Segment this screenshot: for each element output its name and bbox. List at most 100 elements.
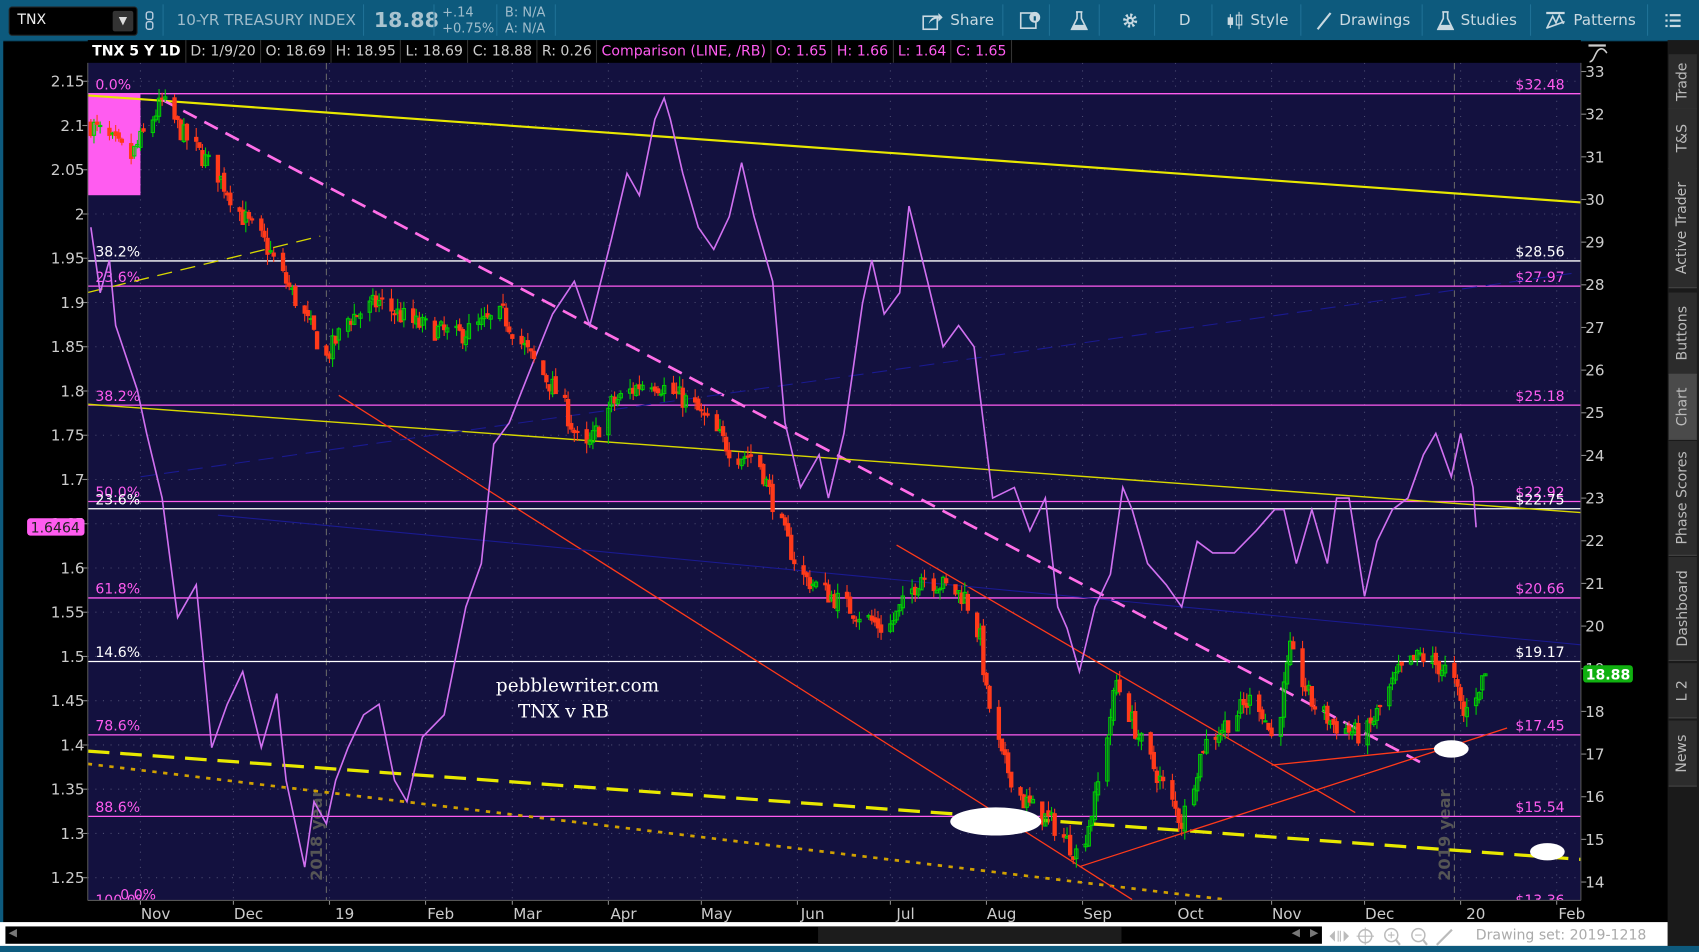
right-sidebar: Trade T&S Active Trader Buttons Chart Phase S…: [1667, 40, 1699, 952]
right-axis-label: 28: [1585, 276, 1604, 294]
x-axis-label: 20: [1466, 905, 1485, 922]
candle-down: [714, 414, 720, 432]
crosshair-icon[interactable]: [1356, 927, 1374, 945]
scrollbar-thumb[interactable]: [818, 926, 1122, 944]
x-axis-label: Nov: [1272, 905, 1302, 922]
candle-down: [999, 738, 1005, 752]
sidebar-tab-news[interactable]: News: [1668, 720, 1697, 787]
candle-down: [380, 297, 385, 300]
candle-down: [1300, 648, 1305, 688]
sidebar-tab-phase-scores[interactable]: Phase Scores: [1668, 441, 1697, 556]
fib-price-label: $19.17: [1515, 645, 1564, 661]
candle-down: [984, 672, 989, 686]
candle-down: [789, 534, 794, 560]
candle-down: [544, 374, 549, 383]
x-axis-label: Oct: [1178, 905, 1204, 922]
candle-down: [696, 398, 701, 411]
x-axis-label: Jul: [895, 905, 914, 922]
candle-down: [1309, 686, 1315, 707]
expand-icon[interactable]: [1329, 930, 1350, 942]
fib-price-label: $20.66: [1515, 582, 1564, 598]
fib-price-label: $15.54: [1515, 800, 1564, 816]
right-axis-label: 25: [1585, 404, 1604, 422]
candle-down: [262, 230, 267, 238]
candle-down: [246, 212, 252, 219]
x-axis-label: Nov: [141, 905, 171, 922]
sidebar-tab-l-2[interactable]: L 2: [1668, 663, 1697, 719]
right-axis-label: 16: [1585, 788, 1604, 806]
right-axis-label: 20: [1585, 618, 1604, 636]
candle-down: [507, 326, 512, 333]
sidebar-tab-buttons[interactable]: Buttons: [1668, 292, 1697, 375]
candle-down: [655, 388, 661, 394]
annotation-subtitle: TNX v RB: [518, 701, 609, 722]
candle-up: [1263, 720, 1268, 723]
candle-down: [931, 578, 936, 592]
candle-down: [221, 172, 227, 192]
fib-percent-label: 61.8%: [95, 582, 140, 598]
scroll-left-icon[interactable]: ◀: [1292, 928, 1300, 940]
x-axis-label: Feb: [427, 905, 454, 922]
candle-down: [562, 394, 568, 398]
sidebar-tab-label: T&S: [1674, 123, 1691, 153]
fib-percent-label: 38.2%: [95, 245, 140, 261]
zoom-out-icon[interactable]: [1411, 927, 1428, 946]
right-axis-label: 14: [1585, 873, 1604, 891]
x-axis-label: Sep: [1083, 905, 1112, 922]
draw-line-icon[interactable]: [1436, 928, 1453, 946]
candle-down: [1151, 751, 1156, 770]
candle-down: [878, 624, 884, 633]
candle-down: [779, 513, 785, 519]
x-axis-label: Feb: [1558, 905, 1585, 922]
candle-down: [1399, 661, 1404, 666]
candle-down: [194, 136, 199, 142]
candle-down: [119, 138, 125, 143]
x-axis-label: Dec: [234, 905, 263, 922]
sidebar-tab-dashboard[interactable]: Dashboard: [1668, 556, 1697, 661]
candle-down: [1117, 679, 1122, 693]
candle-down: [94, 121, 100, 125]
right-axis-label: 30: [1585, 191, 1604, 209]
scroll-right-icon[interactable]: ▶: [1310, 928, 1318, 940]
candle-down: [1226, 720, 1231, 733]
sidebar-tab-t-s[interactable]: T&S: [1668, 108, 1697, 170]
sidebar-tab-trade[interactable]: Trade: [1668, 54, 1697, 110]
year-marker-label: 2019 year: [1435, 789, 1454, 880]
candle-down: [1173, 800, 1178, 809]
candle-down: [1452, 662, 1457, 678]
price-chart[interactable]: 2018 year 2019 year0.0% $32.4838.2% $28.562…: [0, 0, 1668, 922]
candle-down: [503, 307, 509, 327]
x-axis-label: Dec: [1365, 905, 1394, 922]
sidebar-tab-active-trader[interactable]: Active Trader: [1668, 167, 1697, 289]
candle-down: [525, 340, 530, 348]
right-axis-label: 26: [1585, 362, 1604, 380]
left-axis-label: 1.9: [60, 294, 84, 312]
sidebar-tab-chart[interactable]: Chart: [1668, 373, 1697, 440]
sidebar-tab-label: News: [1674, 734, 1691, 773]
right-axis-label: 31: [1585, 148, 1604, 166]
candle-down: [1018, 787, 1023, 796]
left-axis-label: 1.35: [51, 781, 85, 799]
candle-down: [249, 218, 255, 221]
right-axis-label: 15: [1585, 831, 1604, 849]
candle-down: [965, 593, 971, 611]
candle-down: [723, 436, 729, 452]
left-axis-label: 2.1: [60, 117, 84, 135]
sidebar-tab-label: Chart: [1674, 386, 1691, 426]
candle-down: [1356, 722, 1361, 744]
candle-down: [847, 596, 853, 614]
x-axis-label: Jun: [800, 905, 825, 922]
fib-percent-label: 78.6%: [95, 719, 140, 735]
fib-percent-label: 38.2%: [95, 389, 140, 405]
drawing-set-label[interactable]: Drawing set: 2019-1218: [1476, 928, 1647, 944]
horizontal-scrollbar[interactable]: [5, 926, 1322, 944]
candle-down: [287, 282, 292, 287]
candle-down: [116, 132, 121, 139]
zoom-in-icon[interactable]: [1384, 927, 1401, 946]
x-axis-label: Apr: [610, 905, 637, 922]
scroll-left-icon[interactable]: ◀: [9, 928, 17, 940]
left-axis-label: 1.4: [60, 736, 84, 754]
candle-down: [280, 252, 286, 272]
right-axis-label: 22: [1585, 532, 1604, 550]
left-axis-label: 1.25: [51, 869, 85, 887]
